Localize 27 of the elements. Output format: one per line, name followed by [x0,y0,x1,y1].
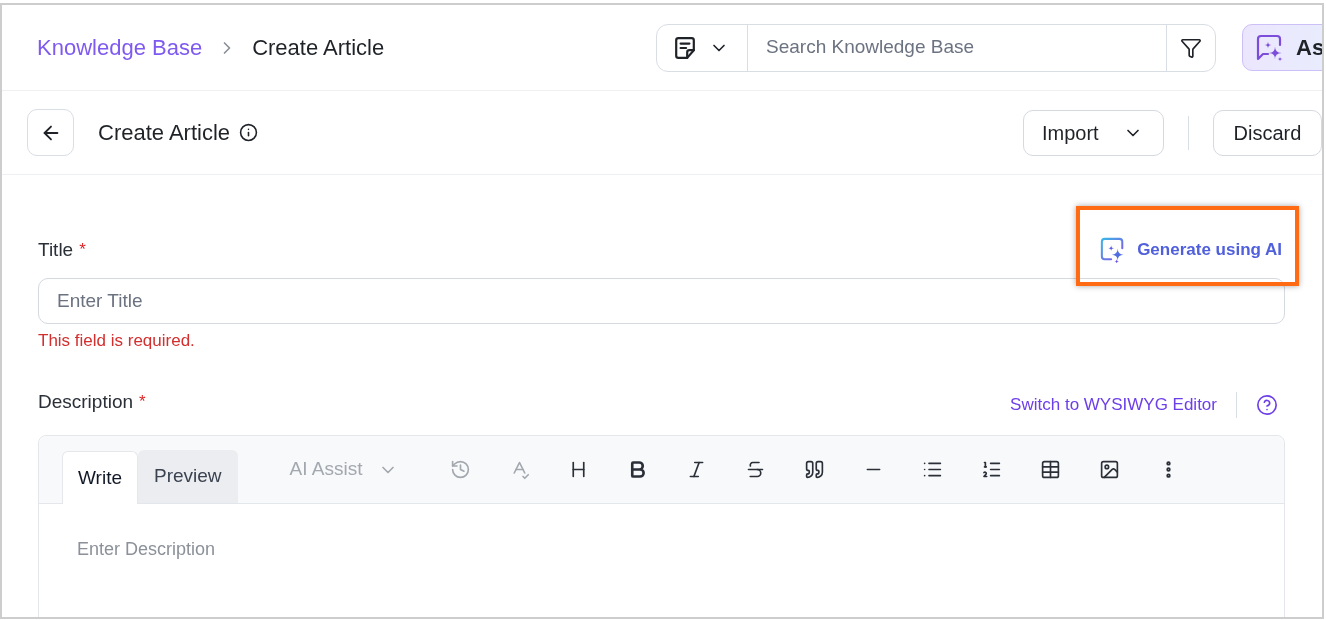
title-input[interactable]: Enter Title [38,278,1285,324]
breadcrumb-current: Create Article [252,33,385,62]
required-mark: * [139,392,146,412]
table-icon[interactable] [1040,459,1062,480]
field-label: Description [38,390,134,414]
filter-icon[interactable] [1180,36,1202,59]
search-bar[interactable]: Search Knowledge Base [656,23,1216,72]
back-button[interactable] [27,109,74,156]
generate-ai-link[interactable]: Generate using AI [1100,237,1282,263]
import-dropdown[interactable]: Import [1023,109,1164,156]
help-icon[interactable] [1256,394,1278,416]
info-icon[interactable] [239,123,259,142]
field-label: Title [38,238,74,262]
required-mark: * [79,240,86,260]
error-message: This field is required. [38,330,195,352]
editor-tab[interactable]: Preview [138,450,238,503]
page-title: Create Article [98,118,231,147]
discard-button[interactable]: Discard [1213,109,1322,156]
quote-icon[interactable] [804,459,826,480]
note-icon[interactable] [675,36,695,59]
editor-switch-link[interactable]: Switch to WYSIWYG Editor [1010,394,1217,416]
editor-tab[interactable]: Write [62,451,138,504]
numbered-list-icon[interactable] [981,459,1003,480]
search-field[interactable]: Search Knowledge Base [747,24,1167,71]
sparkle-chat-icon [1256,33,1284,62]
image-icon[interactable] [1099,459,1121,480]
breadcrumb-link[interactable]: Knowledge Base [37,33,203,62]
